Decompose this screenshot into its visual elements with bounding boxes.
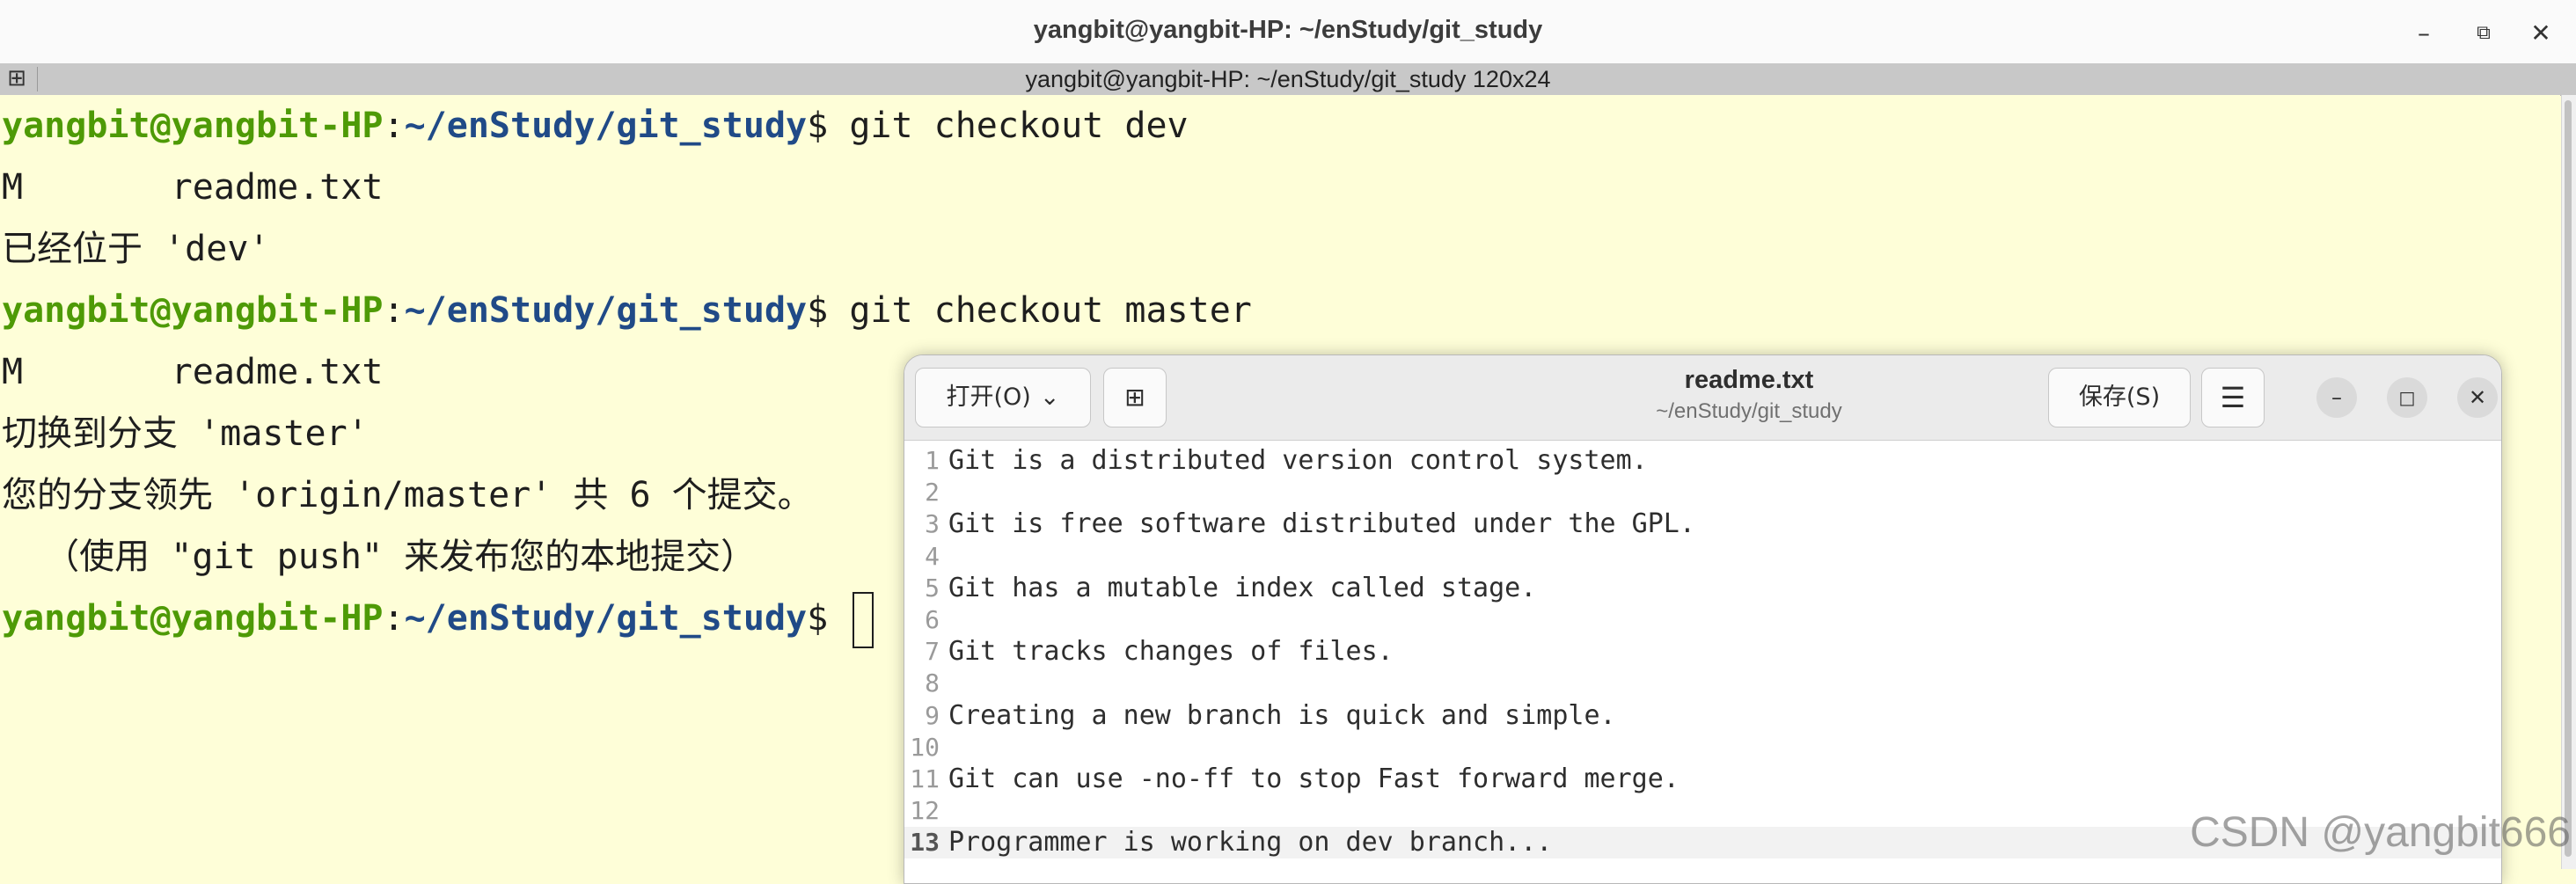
editor-line[interactable]: 4 bbox=[904, 541, 2501, 573]
terminal-output-line: 切换到分支 'master' bbox=[2, 403, 369, 464]
terminal-tabbar: ⊞ yangbit@yangbit-HP: ~/enStudy/git_stud… bbox=[0, 63, 2576, 96]
line-number: 7 bbox=[904, 636, 940, 668]
line-text: Creating a new branch is quick and simpl… bbox=[948, 700, 1616, 732]
editor-headerbar: 打开(O)⌄ ⊞ readme.txt ~/enStudy/git_study … bbox=[904, 355, 2501, 441]
prompt-symbol: $ bbox=[807, 106, 849, 146]
line-number: 2 bbox=[904, 477, 940, 508]
editor-line[interactable]: 9Creating a new branch is quick and simp… bbox=[904, 700, 2501, 732]
editor-line[interactable]: 10 bbox=[904, 732, 2501, 763]
line-number: 8 bbox=[904, 668, 940, 699]
prompt-path: ~/enStudy/git_study bbox=[405, 290, 808, 331]
editor-line[interactable]: 5 Git has a mutable index called stage. bbox=[904, 573, 2501, 604]
prompt-path: ~/enStudy/git_study bbox=[405, 106, 808, 146]
close-icon[interactable]: ✕ bbox=[2523, 16, 2558, 51]
editor-line[interactable]: 6 bbox=[904, 604, 2501, 636]
watermark: CSDN @yangbit666 bbox=[2190, 808, 2571, 857]
new-tab-button[interactable]: ⊞ bbox=[1103, 368, 1167, 427]
line-number: 13 bbox=[904, 827, 940, 858]
text-editor-window[interactable]: 打开(O)⌄ ⊞ readme.txt ~/enStudy/git_study … bbox=[904, 354, 2502, 884]
save-button[interactable]: 保存(S) bbox=[2048, 368, 2191, 427]
editor-line[interactable]: 11Git can use -no-ff to stop Fast forwar… bbox=[904, 763, 2501, 795]
editor-line[interactable]: 3Git is free software distributed under … bbox=[904, 508, 2501, 540]
terminal-cursor bbox=[853, 592, 874, 648]
line-number: 5 bbox=[904, 573, 940, 604]
prompt-symbol: $ bbox=[807, 290, 849, 331]
document-path: ~/enStudy/git_study bbox=[1520, 399, 1978, 424]
terminal-titlebar: yangbit@yangbit-HP: ~/enStudy/git_study … bbox=[0, 0, 2576, 64]
terminal-output-line: M readme.txt bbox=[2, 341, 383, 403]
terminal-output-line: （使用 "git push" 来发布您的本地提交） bbox=[2, 526, 756, 588]
editor-line[interactable]: 7Git tracks changes of files. bbox=[904, 636, 2501, 668]
prompt-colon: : bbox=[383, 598, 404, 639]
terminal-prompt-line: yangbit@yangbit-HP:~/enStudy/git_study$ … bbox=[2, 95, 1189, 157]
editor-line[interactable]: 2 bbox=[904, 477, 2501, 508]
hamburger-menu-button[interactable]: ☰ bbox=[2201, 368, 2265, 427]
terminal-command: git checkout dev bbox=[849, 106, 1188, 146]
line-text: Git is free software distributed under t… bbox=[948, 508, 1695, 540]
line-text: Git has a mutable index called stage. bbox=[948, 573, 1536, 604]
open-button-label: 打开(O) bbox=[947, 384, 1031, 411]
prompt-colon: : bbox=[383, 290, 404, 331]
line-number: 12 bbox=[904, 795, 940, 827]
terminal-window-title: yangbit@yangbit-HP: ~/enStudy/git_study bbox=[0, 16, 2576, 45]
terminal-command: git checkout master bbox=[849, 290, 1252, 331]
prompt-path: ~/enStudy/git_study bbox=[405, 598, 808, 639]
prompt-colon: : bbox=[383, 106, 404, 146]
line-number: 10 bbox=[904, 732, 940, 763]
terminal-output-line: 您的分支领先 'origin/master' 共 6 个提交。 bbox=[2, 464, 813, 526]
prompt-user: yangbit@yangbit-HP bbox=[2, 290, 383, 331]
line-text: Git can use -no-ff to stop Fast forward … bbox=[948, 763, 1680, 795]
line-text: Programmer is working on dev branch... bbox=[948, 827, 1552, 858]
minimize-icon[interactable]: – bbox=[2406, 16, 2441, 51]
terminal-prompt-line: yangbit@yangbit-HP:~/enStudy/git_study$ bbox=[2, 588, 874, 649]
new-tab-icon: ⊞ bbox=[1124, 383, 1145, 412]
maximize-icon[interactable]: □ bbox=[2387, 377, 2427, 418]
open-button[interactable]: 打开(O) ⌄ bbox=[915, 368, 1091, 427]
terminal-scrollbar[interactable] bbox=[2561, 95, 2576, 869]
line-text: Git tracks changes of files. bbox=[948, 636, 1394, 668]
editor-line[interactable]: 8 bbox=[904, 668, 2501, 699]
line-number: 11 bbox=[904, 763, 940, 795]
menu-icon: ☰ bbox=[2221, 381, 2246, 414]
chevron-down-icon: ⌄ bbox=[1040, 384, 1060, 411]
line-text: Git is a distributed version control sys… bbox=[948, 445, 1648, 477]
terminal-prompt-line: yangbit@yangbit-HP:~/enStudy/git_study$ … bbox=[2, 280, 1252, 341]
prompt-user: yangbit@yangbit-HP bbox=[2, 598, 383, 639]
scrollbar-thumb[interactable] bbox=[2565, 100, 2572, 857]
editor-line[interactable]: 1Git is a distributed version control sy… bbox=[904, 445, 2501, 477]
terminal-output-line: 已经位于 'dev' bbox=[2, 218, 270, 280]
line-number: 6 bbox=[904, 604, 940, 636]
terminal-output-line: M readme.txt bbox=[2, 157, 383, 218]
minimize-icon[interactable]: – bbox=[2316, 377, 2357, 418]
line-number: 9 bbox=[904, 700, 940, 732]
line-number: 4 bbox=[904, 541, 940, 573]
prompt-user: yangbit@yangbit-HP bbox=[2, 106, 383, 146]
maximize-icon[interactable]: ⧉ bbox=[2466, 16, 2501, 51]
terminal-tab-title: yangbit@yangbit-HP: ~/enStudy/git_study … bbox=[0, 66, 2576, 93]
close-icon[interactable]: ✕ bbox=[2457, 377, 2498, 418]
line-number: 3 bbox=[904, 508, 940, 540]
prompt-symbol: $ bbox=[807, 598, 849, 639]
line-number: 1 bbox=[904, 445, 940, 477]
document-title: readme.txt bbox=[1520, 366, 1978, 395]
